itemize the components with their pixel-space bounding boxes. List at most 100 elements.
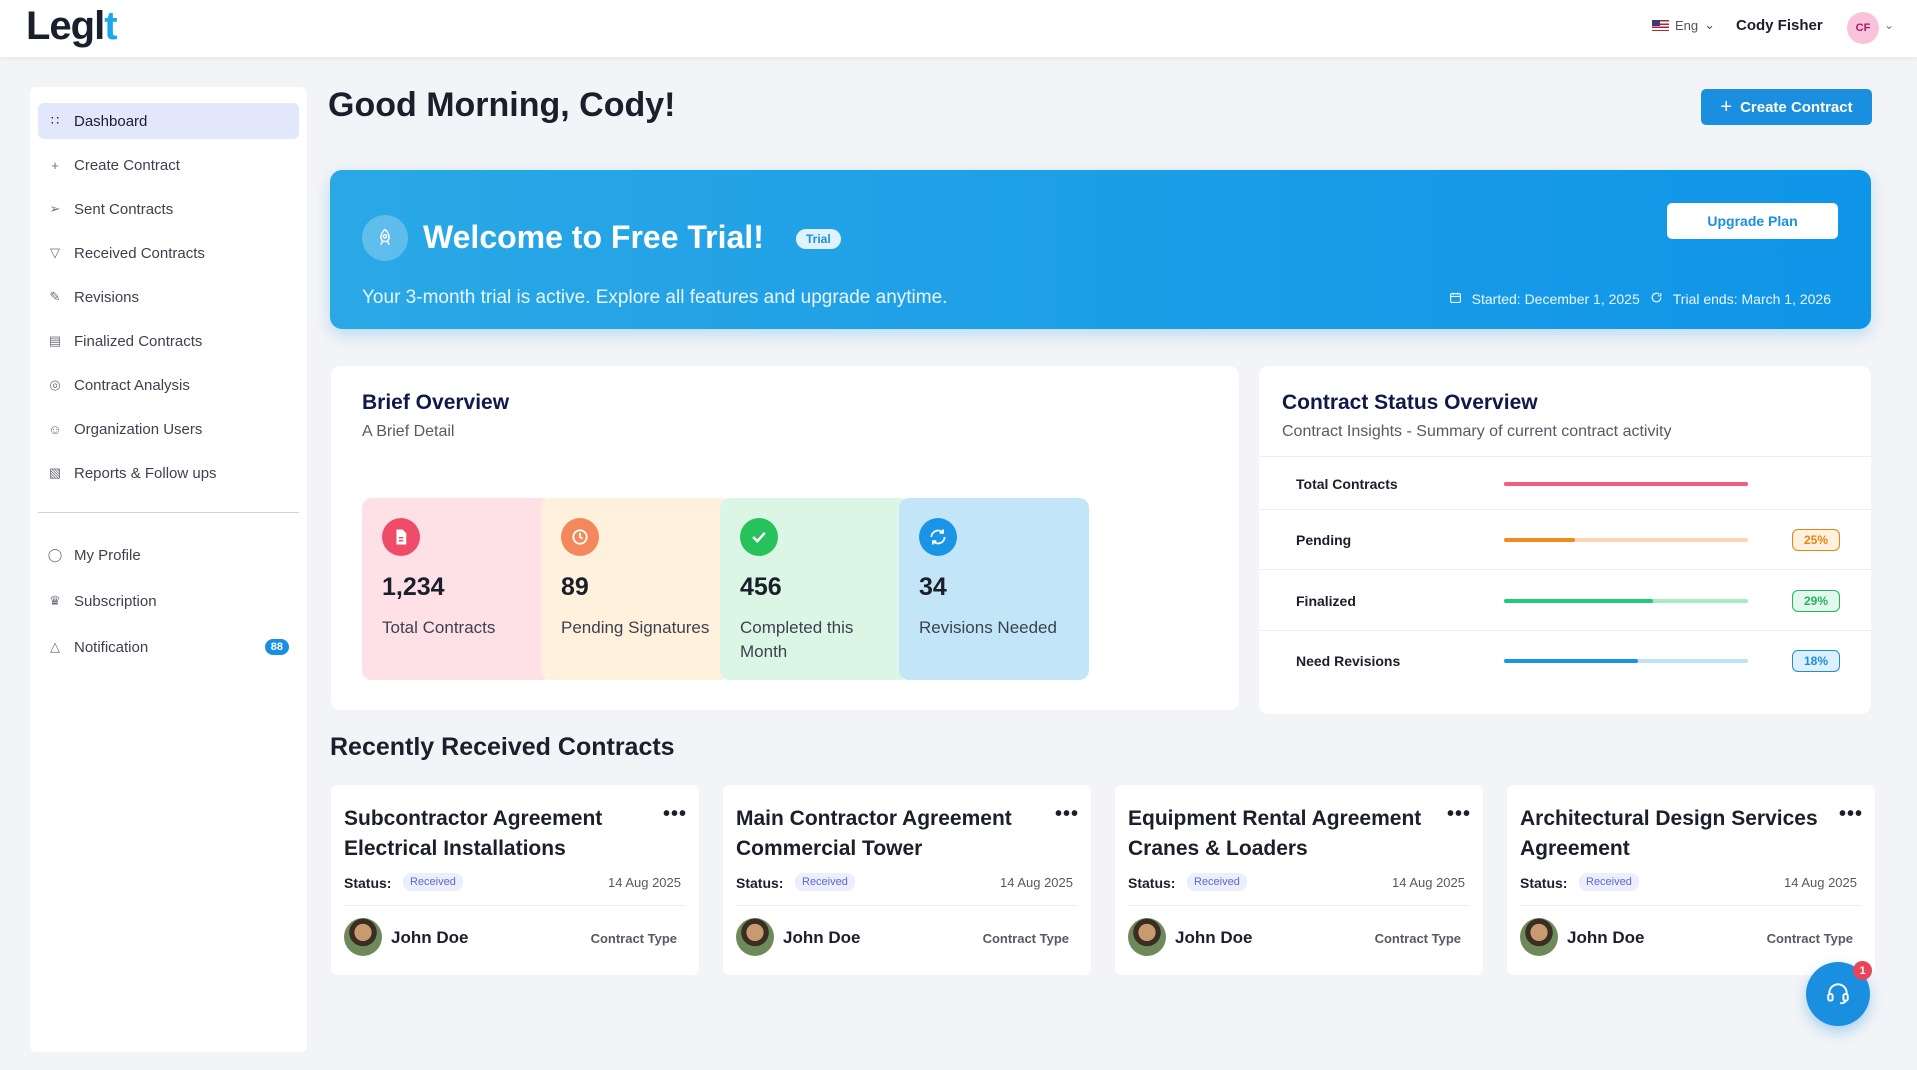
calendar-icon xyxy=(1449,291,1462,307)
sidebar-item-label: My Profile xyxy=(74,546,141,564)
stat-card[interactable]: 1,234 Total Contracts xyxy=(362,498,552,680)
status-bar xyxy=(1504,599,1748,603)
status-badge: Received xyxy=(795,873,855,891)
report-icon: ▧ xyxy=(48,465,62,480)
more-options-icon[interactable]: ••• xyxy=(1447,803,1471,826)
sidebar-item-label: Notification xyxy=(74,638,149,656)
sidebar-item-dashboard[interactable]: ∷ Dashboard xyxy=(38,103,299,139)
sidebar: ∷ Dashboard + Create Contract ➢ Sent Contract… xyxy=(30,87,307,1052)
status-bar xyxy=(1504,482,1748,486)
check-icon xyxy=(740,518,778,556)
sidebar-item-label: Subscription xyxy=(74,592,157,610)
clock-icon xyxy=(561,518,599,556)
contract-title: Architectural Design Services Agreement xyxy=(1520,807,1818,860)
create-contract-button[interactable]: + Create Contract xyxy=(1701,89,1872,125)
inbox-icon: ▽ xyxy=(50,245,60,260)
stat-card[interactable]: 34 Revisions Needed xyxy=(899,498,1089,680)
status-label: Status: xyxy=(344,875,392,891)
app-logo[interactable]: Leglt xyxy=(26,2,118,50)
support-badge: 1 xyxy=(1853,961,1872,980)
sidebar-item-subscription[interactable]: ♛ Subscription xyxy=(38,583,299,619)
avatar xyxy=(1520,918,1558,956)
banner-subtitle: Your 3-month trial is active. Explore al… xyxy=(362,287,948,308)
divider xyxy=(1128,905,1470,906)
language-selector[interactable]: Eng ⌄ xyxy=(1652,17,1715,33)
contract-title: Main Contractor Agreement Commercial Tow… xyxy=(736,807,1012,860)
divider xyxy=(736,905,1078,906)
status-label: Pending xyxy=(1296,532,1352,548)
status-row: Pending 25% xyxy=(1259,509,1871,569)
status-bar-fill xyxy=(1504,599,1653,603)
sender-name: John Doe xyxy=(783,928,861,947)
sidebar-item-notification[interactable]: △ Notification 88 xyxy=(38,629,299,665)
stat-value: 1,234 xyxy=(382,573,445,601)
avatar xyxy=(344,918,382,956)
sidebar-item-reports-follow-ups[interactable]: ▧ Reports & Follow ups xyxy=(38,455,299,491)
percent-badge: 18% xyxy=(1792,650,1840,672)
contract-card[interactable]: Main Contractor Agreement Commercial Tow… xyxy=(723,785,1091,975)
status-row: Need Revisions 18% xyxy=(1259,630,1871,690)
status-bar-fill xyxy=(1504,659,1639,663)
sidebar-item-my-profile[interactable]: ◯ My Profile xyxy=(38,537,299,573)
more-options-icon[interactable]: ••• xyxy=(663,803,687,826)
user-name[interactable]: Cody Fisher xyxy=(1736,17,1823,34)
stat-card[interactable]: 89 Pending Signatures xyxy=(541,498,731,680)
sidebar-item-revisions[interactable]: ✎ Revisions xyxy=(38,279,299,315)
sidebar-item-sent-contracts[interactable]: ➢ Sent Contracts xyxy=(38,191,299,227)
more-options-icon[interactable]: ••• xyxy=(1839,803,1863,826)
sender-name: John Doe xyxy=(391,928,469,947)
stat-value: 34 xyxy=(919,573,947,601)
sidebar-item-label: Organization Users xyxy=(74,420,203,438)
status-label: Status: xyxy=(1520,875,1568,891)
contract-card[interactable]: Equipment Rental Agreement Cranes & Load… xyxy=(1115,785,1483,975)
more-options-icon[interactable]: ••• xyxy=(1055,803,1079,826)
chevron-down-icon[interactable]: ⌄ xyxy=(1884,18,1894,32)
sidebar-item-finalized-contracts[interactable]: ▤ Finalized Contracts xyxy=(38,323,299,359)
user-icon: ◯ xyxy=(47,547,63,562)
sidebar-item-label: Create Contract xyxy=(74,156,180,174)
status-bar-fill xyxy=(1504,538,1575,542)
document-icon xyxy=(382,518,420,556)
trial-end-date: Trial ends: March 1, 2026 xyxy=(1672,291,1831,307)
card-title: Brief Overview xyxy=(362,391,510,414)
sidebar-item-organization-users[interactable]: ☺ Organization Users xyxy=(38,411,299,447)
contract-card[interactable]: Subcontractor Agreement Electrical Insta… xyxy=(331,785,699,975)
contract-date: 14 Aug 2025 xyxy=(607,875,681,890)
sidebar-item-create-contract[interactable]: + Create Contract xyxy=(38,147,299,183)
refresh-icon xyxy=(919,518,957,556)
sidebar-item-label: Finalized Contracts xyxy=(74,332,203,350)
analysis-icon: ◎ xyxy=(49,377,61,392)
contract-status-card: Contract Status Overview Contract Insigh… xyxy=(1259,366,1871,714)
contract-type: Contract Type xyxy=(1766,931,1853,946)
contract-type: Contract Type xyxy=(982,931,1069,946)
card-title: Contract Status Overview xyxy=(1282,391,1538,414)
card-subtitle: Contract Insights - Summary of current c… xyxy=(1282,423,1672,440)
contract-date: 14 Aug 2025 xyxy=(1783,875,1857,890)
sidebar-item-label: Sent Contracts xyxy=(74,200,174,218)
status-label: Finalized xyxy=(1296,593,1356,609)
sender-name: John Doe xyxy=(1175,928,1253,947)
chevron-down-icon: ⌄ xyxy=(1704,17,1716,32)
divider xyxy=(344,905,686,906)
contract-type: Contract Type xyxy=(1374,931,1461,946)
upgrade-plan-button[interactable]: Upgrade Plan xyxy=(1667,203,1838,239)
avatar xyxy=(736,918,774,956)
card-subtitle: A Brief Detail xyxy=(362,423,455,440)
status-label: Need Revisions xyxy=(1296,653,1401,669)
contract-date: 14 Aug 2025 xyxy=(999,875,1073,890)
contract-card[interactable]: Architectural Design Services Agreement •… xyxy=(1507,785,1875,975)
top-bar: Leglt Eng ⌄ Cody Fisher CF ⌄ xyxy=(0,0,1917,57)
trial-badge: Trial xyxy=(796,229,841,249)
sidebar-item-contract-analysis[interactable]: ◎ Contract Analysis xyxy=(38,367,299,403)
avatar[interactable]: CF xyxy=(1847,12,1879,44)
contract-date: 14 Aug 2025 xyxy=(1391,875,1465,890)
stat-card[interactable]: 456 Completed this Month xyxy=(720,498,910,680)
sidebar-divider xyxy=(38,512,299,513)
sidebar-item-received-contracts[interactable]: ▽ Received Contracts xyxy=(38,235,299,271)
stat-label: Pending Signatures xyxy=(561,618,710,637)
status-label: Total Contracts xyxy=(1296,476,1398,492)
plus-icon: + xyxy=(51,157,59,173)
trial-start-date: Started: December 1, 2025 xyxy=(1471,291,1640,307)
sidebar-item-label: Reports & Follow ups xyxy=(74,464,217,482)
contract-title: Equipment Rental Agreement Cranes & Load… xyxy=(1128,807,1422,860)
